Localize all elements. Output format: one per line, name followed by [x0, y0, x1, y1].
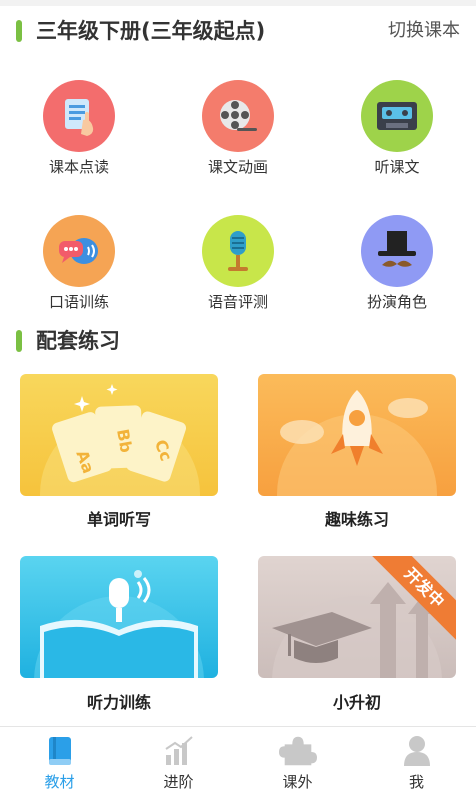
card-label: 小升初 — [332, 693, 381, 712]
feature-label: 课文动画 — [207, 158, 268, 176]
book-icon — [41, 733, 79, 769]
tab-textbook[interactable]: 教材 — [0, 727, 119, 796]
textbook-header: 三年级下册(三年级起点) 切换课本 — [0, 10, 476, 50]
feature-textbook-reading[interactable]: 课本点读 — [19, 80, 139, 190]
bottom-tab-bar: 教材 进阶 课外 我 — [0, 726, 476, 796]
tab-extracurricular[interactable]: 课外 — [238, 727, 357, 796]
film-reel-icon — [202, 80, 274, 152]
feature-label: 语音评测 — [207, 293, 268, 311]
word-dictation-card[interactable]: Aa Bb Cc — [20, 374, 218, 496]
switch-textbook-button[interactable]: 切换课本 — [388, 18, 460, 44]
fun-practice-card[interactable] — [258, 374, 456, 496]
person-icon — [398, 733, 436, 769]
tab-label: 教材 — [44, 773, 75, 791]
feature-label: 课本点读 — [48, 158, 109, 176]
speech-bubbles-icon — [43, 215, 115, 287]
rocket-icon — [277, 390, 437, 496]
feature-lesson-animation[interactable]: 课文动画 — [178, 80, 298, 190]
feature-role-play[interactable]: 扮演角色 — [337, 215, 457, 325]
practice-header: 配套练习 — [0, 320, 476, 360]
feature-listen-lesson[interactable]: 听课文 — [337, 80, 457, 190]
primary-to-middle-card[interactable]: 开发中 — [258, 556, 456, 678]
tab-label: 我 — [408, 773, 424, 791]
microphone-icon — [202, 215, 274, 287]
open-book-microphone-icon — [34, 570, 204, 678]
section-accent-bar — [16, 20, 22, 42]
practice-title: 配套练习 — [36, 329, 120, 353]
puzzle-icon — [279, 733, 317, 769]
book-reading-icon — [43, 80, 115, 152]
section-accent-bar — [16, 330, 22, 352]
tab-advanced[interactable]: 进阶 — [119, 727, 238, 796]
feature-label: 听课文 — [374, 158, 420, 176]
tab-label: 课外 — [282, 773, 313, 791]
card-label: 单词听写 — [86, 510, 151, 529]
card-label: 听力训练 — [86, 693, 151, 712]
bar-chart-icon — [160, 733, 198, 769]
top-band — [0, 0, 476, 6]
letter-bb: Bb — [113, 427, 136, 454]
tab-label: 进阶 — [163, 773, 194, 791]
feature-label: 口语训练 — [48, 293, 109, 311]
listening-training-card[interactable] — [20, 556, 218, 678]
card-label: 趣味练习 — [324, 510, 389, 529]
feature-voice-evaluation[interactable]: 语音评测 — [178, 215, 298, 325]
feature-oral-training[interactable]: 口语训练 — [19, 215, 139, 325]
hat-mustache-icon — [361, 215, 433, 287]
textbook-title: 三年级下册(三年级起点) — [36, 19, 266, 43]
tab-me[interactable]: 我 — [357, 727, 476, 796]
feature-label: 扮演角色 — [366, 293, 427, 311]
letter-cards-icon: Aa Bb Cc — [40, 384, 200, 496]
cassette-icon — [361, 80, 433, 152]
